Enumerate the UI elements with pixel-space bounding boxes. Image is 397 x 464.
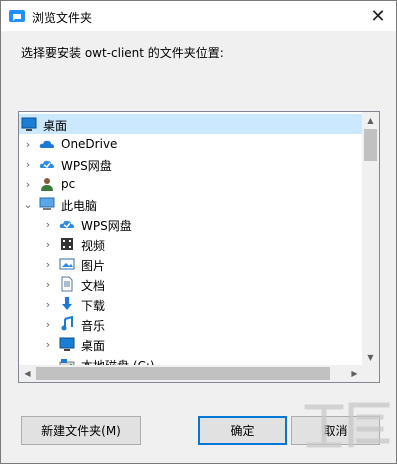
horizontal-scroll-thumb[interactable] (36, 367, 330, 380)
chevron-down-icon[interactable]: ⌄ (23, 194, 33, 214)
vertical-scrollbar[interactable]: ▲ ▼ (362, 112, 379, 366)
window-title: 浏览文件夹 (32, 11, 93, 25)
tree-item[interactable]: 桌面 (19, 114, 363, 134)
tree-item-label: 图片 (81, 259, 106, 273)
tree-item[interactable]: › 图片 (19, 254, 363, 274)
tree-item-label: 桌面 (81, 339, 106, 353)
pictures-folder-icon (59, 258, 75, 270)
chevron-right-icon[interactable]: › (23, 174, 33, 194)
scroll-right-arrow-icon[interactable]: ▶ (346, 365, 363, 382)
video-folder-icon (61, 238, 73, 250)
tree-item-label: 视频 (81, 239, 106, 253)
chevron-right-icon[interactable]: › (23, 154, 33, 174)
wps-cloud-icon (59, 220, 74, 229)
tree-item[interactable]: ⌄ 此电脑 (19, 194, 363, 214)
tree-item-label: OneDrive (61, 137, 118, 151)
scroll-up-arrow-icon[interactable]: ▲ (362, 112, 379, 129)
close-icon: ✕ (370, 5, 386, 27)
close-button[interactable]: ✕ (360, 1, 396, 31)
wps-cloud-icon (39, 160, 54, 169)
chevron-right-icon[interactable]: › (43, 294, 53, 314)
tree-item[interactable]: › 下载 (19, 294, 363, 314)
scrollbar-corner (362, 365, 379, 382)
tree-item-label: 桌面 (43, 119, 68, 133)
user-icon (41, 178, 53, 191)
tree-item[interactable]: › WPS网盘 (19, 154, 363, 174)
chevron-right-icon[interactable]: › (43, 334, 53, 354)
watermark-logo (304, 402, 390, 448)
tree-item[interactable]: › 视频 (19, 234, 363, 254)
chevron-right-icon[interactable]: › (43, 234, 53, 254)
tree-item-label: 下载 (81, 299, 106, 313)
onedrive-cloud-icon (39, 140, 54, 148)
chevron-right-icon[interactable]: › (43, 254, 53, 274)
prompt-text: 选择要安装 owt-client 的文件夹位置: (21, 46, 224, 60)
music-folder-icon (61, 316, 73, 331)
browse-folder-dialog: 浏览文件夹 ✕ 选择要安装 owt-client 的文件夹位置: 桌面 › OneD… (0, 0, 397, 464)
new-folder-button[interactable]: 新建文件夹(M) (21, 416, 141, 445)
tree-item-label: 音乐 (81, 319, 106, 333)
tree-item[interactable]: › 桌面 (19, 334, 363, 354)
tree-item[interactable]: › OneDrive (19, 134, 363, 154)
tree-item[interactable]: › 文档 (19, 274, 363, 294)
tree-item[interactable]: › 音乐 (19, 314, 363, 334)
scroll-left-arrow-icon[interactable]: ◀ (19, 365, 36, 382)
desktop-icon (21, 117, 37, 131)
tree-item-label: WPS网盘 (61, 159, 112, 173)
downloads-folder-icon (62, 297, 72, 310)
tree-item[interactable]: › pc (19, 174, 363, 194)
documents-folder-icon (61, 276, 73, 292)
tree-item-label: WPS网盘 (81, 219, 132, 233)
tree-item-label: 文档 (81, 279, 106, 293)
tree-item[interactable]: › WPS网盘 (19, 214, 363, 234)
chevron-right-icon[interactable]: › (43, 274, 53, 294)
folder-browse-icon (9, 10, 25, 22)
scroll-down-arrow-icon[interactable]: ▼ (362, 349, 379, 366)
chevron-right-icon[interactable]: › (43, 314, 53, 334)
ok-button[interactable]: 确定 (198, 416, 287, 445)
chevron-right-icon[interactable]: › (43, 214, 53, 234)
tree-item-label: pc (61, 177, 76, 191)
chevron-right-icon[interactable]: › (23, 134, 33, 154)
computer-icon (39, 197, 55, 210)
folder-tree-viewport[interactable]: 桌面 › OneDrive › WPS网盘 › pc ⌄ 此电脑 › WPS网盘 › 视频 › 图片 › 文档 ›… (19, 112, 363, 366)
folder-tree[interactable]: 桌面 › OneDrive › WPS网盘 › pc ⌄ 此电脑 › WPS网盘 › 视频 › 图片 › 文档 ›… (18, 111, 380, 383)
title-bar[interactable]: 浏览文件夹 ✕ (1, 1, 396, 31)
horizontal-scrollbar[interactable]: ◀ ▶ (19, 365, 363, 382)
desktop-icon (59, 337, 75, 351)
tree-item-label: 此电脑 (61, 199, 98, 213)
vertical-scroll-thumb[interactable] (364, 129, 377, 161)
